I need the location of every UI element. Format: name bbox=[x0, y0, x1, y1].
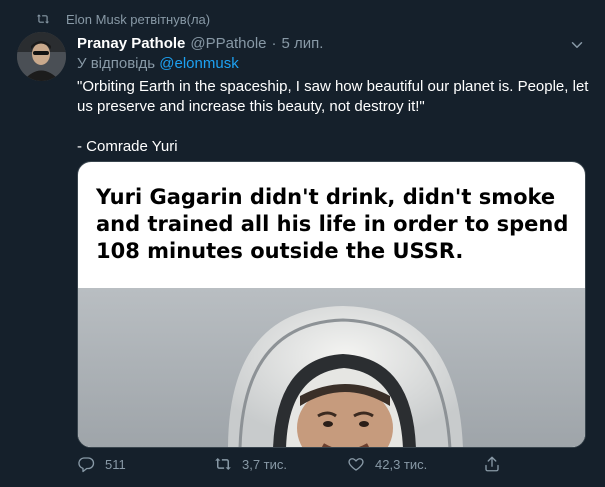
reply-prefix: У відповідь bbox=[77, 55, 156, 72]
reply-context: У відповідь @elonmusk bbox=[77, 55, 239, 72]
tweet-timestamp[interactable]: 5 лип. bbox=[282, 35, 324, 52]
author-name[interactable]: Pranay Pathole bbox=[77, 35, 185, 52]
reply-icon bbox=[78, 457, 95, 473]
meme-caption: Yuri Gagarin didn't drink, didn't smoke … bbox=[96, 185, 569, 263]
retweet-context-text[interactable]: Elon Musk ретвітнув(ла) bbox=[66, 12, 210, 27]
retweet-button[interactable]: 3,7 тис. bbox=[214, 455, 287, 473]
reply-mention-link[interactable]: @elonmusk bbox=[159, 55, 238, 72]
reply-button[interactable]: 511 bbox=[77, 455, 126, 473]
retweet-icon bbox=[36, 14, 50, 24]
retweet-context: Elon Musk ретвітнув(ла) bbox=[36, 10, 210, 28]
heart-icon bbox=[348, 458, 364, 471]
retweet-icon bbox=[215, 458, 231, 470]
tweet-actions: 511 3,7 тис. 42,3 тис. bbox=[77, 455, 589, 479]
author-handle[interactable]: @PPathole bbox=[190, 35, 266, 52]
share-button[interactable] bbox=[483, 455, 501, 473]
like-count: 42,3 тис. bbox=[375, 456, 428, 472]
avatar-image bbox=[17, 32, 66, 81]
tweet-text: "Orbiting Earth in the spaceship, I saw … bbox=[77, 77, 589, 157]
share-icon bbox=[485, 456, 499, 472]
tweet-header: Pranay Pathole @PPathole · 5 лип. bbox=[77, 35, 323, 52]
media-card[interactable]: Yuri Gagarin didn't drink, didn't smoke … bbox=[77, 161, 586, 448]
separator-dot: · bbox=[271, 35, 277, 52]
reply-count: 511 bbox=[105, 456, 126, 472]
tweet-quote: "Orbiting Earth in the spaceship, I saw … bbox=[77, 78, 589, 115]
like-button[interactable]: 42,3 тис. bbox=[347, 455, 427, 473]
retweet-count: 3,7 тис. bbox=[242, 456, 288, 472]
gagarin-photo bbox=[78, 288, 585, 447]
chevron-down-icon[interactable] bbox=[568, 36, 586, 54]
tweet-attribution: - Comrade Yuri bbox=[77, 138, 178, 155]
avatar[interactable] bbox=[17, 32, 66, 81]
